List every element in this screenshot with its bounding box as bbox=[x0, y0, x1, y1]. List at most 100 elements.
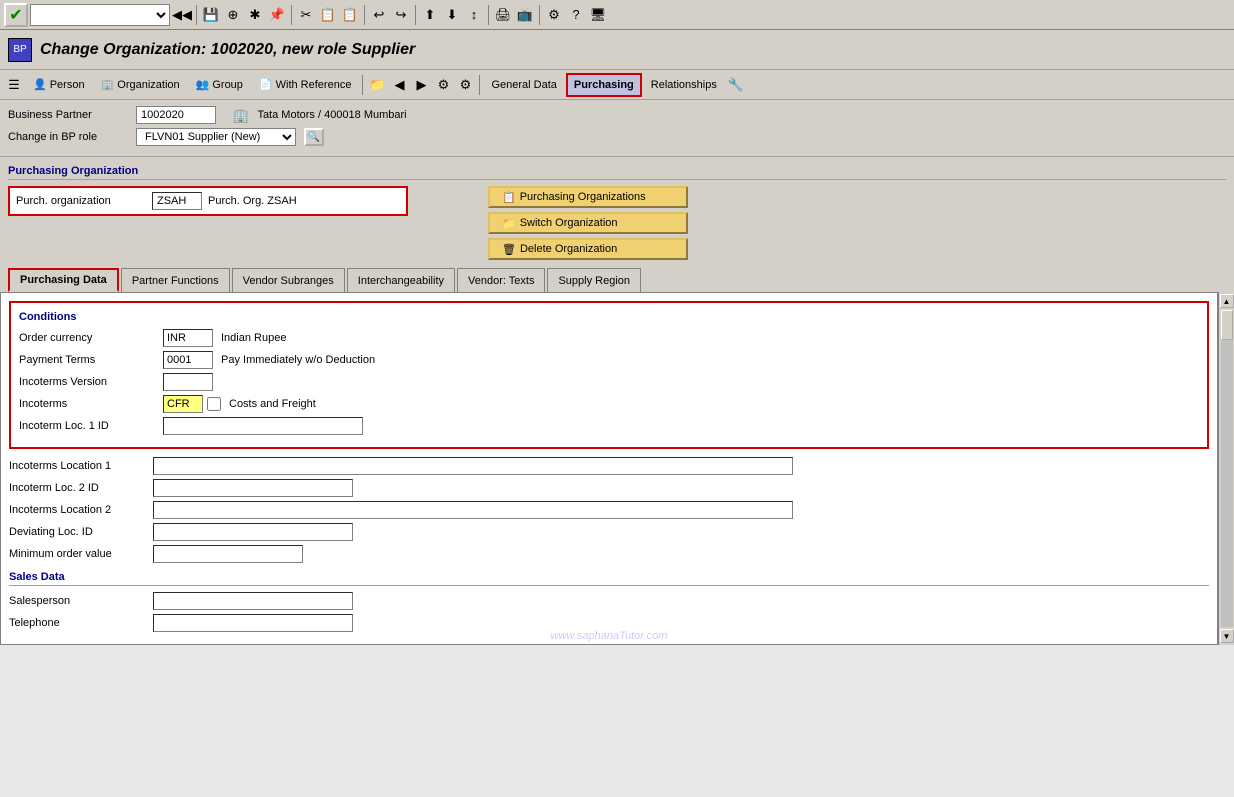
bp-role-dropdown[interactable]: FLVN01 Supplier (New) bbox=[136, 128, 296, 146]
purchasing-organizations-button[interactable]: 📋 Purchasing Organizations bbox=[488, 186, 688, 208]
order-currency-input[interactable] bbox=[163, 329, 213, 347]
payment-terms-row: Payment Terms Pay Immediately w/o Deduct… bbox=[19, 351, 1199, 369]
switch-org-icon: 📁 bbox=[502, 217, 516, 230]
toolbar-screen-icon[interactable]: 📺 bbox=[515, 5, 535, 25]
toolbar-prev-icon[interactable]: ⊕ bbox=[223, 5, 243, 25]
min-order-value-input[interactable] bbox=[153, 545, 303, 563]
toolbar-back-icon[interactable]: ◀◀ bbox=[172, 5, 192, 25]
bp-role-lookup-button[interactable]: 🔍 bbox=[304, 128, 324, 146]
conditions-box: Conditions Order currency Indian Rupee P… bbox=[9, 301, 1209, 449]
tabs-container: Purchasing Data Partner Functions Vendor… bbox=[0, 264, 1234, 292]
conditions-title: Conditions bbox=[19, 311, 1199, 323]
scrollbar-track bbox=[1221, 310, 1233, 627]
nav-organization-button[interactable]: 🏢 Organization bbox=[94, 73, 187, 97]
nav-general-data-button[interactable]: General Data bbox=[484, 73, 563, 97]
person-icon: 👤 bbox=[33, 78, 47, 91]
toolbar-paste-icon[interactable]: 📋 bbox=[340, 5, 360, 25]
incoterms-location1-input[interactable] bbox=[153, 457, 793, 475]
sep1 bbox=[196, 5, 197, 25]
tab-supply-region[interactable]: Supply Region bbox=[547, 268, 641, 292]
tab-vendor-subranges[interactable]: Vendor Subranges bbox=[232, 268, 345, 292]
purch-org-buttons: 📋 Purchasing Organizations 📁 Switch Orga… bbox=[488, 186, 688, 260]
toolbar-save-icon[interactable]: 💾 bbox=[201, 5, 221, 25]
payment-terms-input[interactable] bbox=[163, 351, 213, 369]
toolbar-help-icon[interactable]: ? bbox=[566, 5, 586, 25]
toolbar-print-icon[interactable]: 🖨 bbox=[493, 5, 513, 25]
incoterm-loc1-id-input[interactable] bbox=[163, 417, 363, 435]
incoterms-location2-label: Incoterms Location 2 bbox=[9, 504, 149, 516]
nav-menu-icon[interactable]: ☰ bbox=[4, 75, 24, 95]
checkmark-button[interactable]: ✔ bbox=[4, 3, 28, 27]
nav-back-icon[interactable]: ◀ bbox=[389, 75, 409, 95]
min-order-value-label: Minimum order value bbox=[9, 548, 149, 560]
nav-forward-icon[interactable]: ▶ bbox=[411, 75, 431, 95]
toolbar-monitor-icon[interactable]: 🖥 bbox=[588, 5, 608, 25]
toolbar-undo-icon[interactable]: ↩ bbox=[369, 5, 389, 25]
purch-org-content: Purch. organization ZSAH Purch. Org. ZSA… bbox=[8, 186, 1226, 260]
scrollbar: ▲ ▼ bbox=[1218, 292, 1234, 645]
scrollbar-up-button[interactable]: ▲ bbox=[1220, 294, 1234, 308]
sep3 bbox=[364, 5, 365, 25]
incoterm-loc2-id-input[interactable] bbox=[153, 479, 353, 497]
toolbar-dropdown[interactable] bbox=[30, 4, 170, 26]
main-content: Purchasing Organization Purch. organizat… bbox=[0, 157, 1234, 645]
tab-content: www.saphanaTutor.com Conditions Order cu… bbox=[0, 292, 1218, 645]
toolbar-cut-icon[interactable]: ✂ bbox=[296, 5, 316, 25]
company-name: Tata Motors / 400018 Mumbari bbox=[257, 109, 406, 121]
toolbar: ✔ ◀◀ 💾 ⊕ ✱ 📌 ✂ 📋 📋 ↩ ↪ ⬆ ⬇ ↕ 🖨 📺 ⚙ ? 🖥 bbox=[0, 0, 1234, 30]
toolbar-settings-icon[interactable]: ⚙ bbox=[544, 5, 564, 25]
toolbar-next-icon[interactable]: ✱ bbox=[245, 5, 265, 25]
group-icon: 👥 bbox=[196, 78, 210, 91]
toolbar-nav3-icon[interactable]: ↕ bbox=[464, 5, 484, 25]
telephone-label: Telephone bbox=[9, 617, 149, 629]
tab-purchasing-data[interactable]: Purchasing Data bbox=[8, 268, 119, 292]
sep5 bbox=[488, 5, 489, 25]
nav-gear2-icon[interactable]: ⚙ bbox=[455, 75, 475, 95]
toolbar-redo-icon[interactable]: ↪ bbox=[391, 5, 411, 25]
tab-partner-functions[interactable]: Partner Functions bbox=[121, 268, 230, 292]
payment-terms-text: Pay Immediately w/o Deduction bbox=[221, 354, 375, 366]
incoterm-loc1-id-row: Incoterm Loc. 1 ID bbox=[19, 417, 1199, 435]
delete-org-icon: 🗑 bbox=[502, 243, 516, 256]
nav-group-button[interactable]: 👥 Group bbox=[189, 73, 250, 97]
incoterms-input[interactable] bbox=[163, 395, 203, 413]
min-order-value-row: Minimum order value bbox=[9, 545, 1209, 563]
payment-terms-label: Payment Terms bbox=[19, 354, 159, 366]
nav-folder-icon[interactable]: 📁 bbox=[367, 75, 387, 95]
nav-purchasing-button[interactable]: Purchasing bbox=[566, 73, 642, 97]
purch-org-code[interactable]: ZSAH bbox=[152, 192, 202, 210]
bp-value: 1002020 bbox=[136, 106, 216, 124]
incoterms-version-input[interactable] bbox=[163, 373, 213, 391]
purch-org-field: Purch. organization ZSAH Purch. Org. ZSA… bbox=[8, 186, 408, 216]
nav-bar: ☰ 👤 Person 🏢 Organization 👥 Group 📄 With… bbox=[0, 70, 1234, 100]
purchasing-org-section: Purchasing Organization Purch. organizat… bbox=[0, 157, 1234, 264]
toolbar-copy-icon[interactable]: 📋 bbox=[318, 5, 338, 25]
tabs-row: Purchasing Data Partner Functions Vendor… bbox=[8, 268, 1226, 292]
change-bp-role-label: Change in BP role bbox=[8, 131, 128, 143]
tab-interchangeability[interactable]: Interchangeability bbox=[347, 268, 455, 292]
salesperson-input[interactable] bbox=[153, 592, 353, 610]
scrollbar-down-button[interactable]: ▼ bbox=[1220, 629, 1234, 643]
nav-gear1-icon[interactable]: ⚙ bbox=[433, 75, 453, 95]
tab-vendor-texts[interactable]: Vendor: Texts bbox=[457, 268, 545, 292]
scrollbar-thumb[interactable] bbox=[1221, 310, 1233, 340]
toolbar-nav2-icon[interactable]: ⬇ bbox=[442, 5, 462, 25]
toolbar-nav1-icon[interactable]: ⬆ bbox=[420, 5, 440, 25]
nav-tools-icon[interactable]: 🔧 bbox=[726, 75, 746, 95]
sep4 bbox=[415, 5, 416, 25]
telephone-input[interactable] bbox=[153, 614, 353, 632]
incoterms-location2-input[interactable] bbox=[153, 501, 793, 519]
delete-organization-button[interactable]: 🗑 Delete Organization bbox=[488, 238, 688, 260]
switch-organization-button[interactable]: 📁 Switch Organization bbox=[488, 212, 688, 234]
organization-icon: 🏢 bbox=[101, 78, 115, 91]
nav-sep2 bbox=[479, 75, 480, 95]
deviating-loc-id-input[interactable] bbox=[153, 523, 353, 541]
toolbar-pin-icon[interactable]: 📌 bbox=[267, 5, 287, 25]
nav-with-reference-button[interactable]: 📄 With Reference bbox=[252, 73, 359, 97]
incoterms-version-row: Incoterms Version bbox=[19, 373, 1199, 391]
incoterms-checkbox[interactable] bbox=[207, 397, 221, 411]
nav-relationships-button[interactable]: Relationships bbox=[644, 73, 724, 97]
order-currency-label: Order currency bbox=[19, 332, 159, 344]
purch-orgs-icon: 📋 bbox=[502, 191, 516, 204]
nav-person-button[interactable]: 👤 Person bbox=[26, 73, 92, 97]
